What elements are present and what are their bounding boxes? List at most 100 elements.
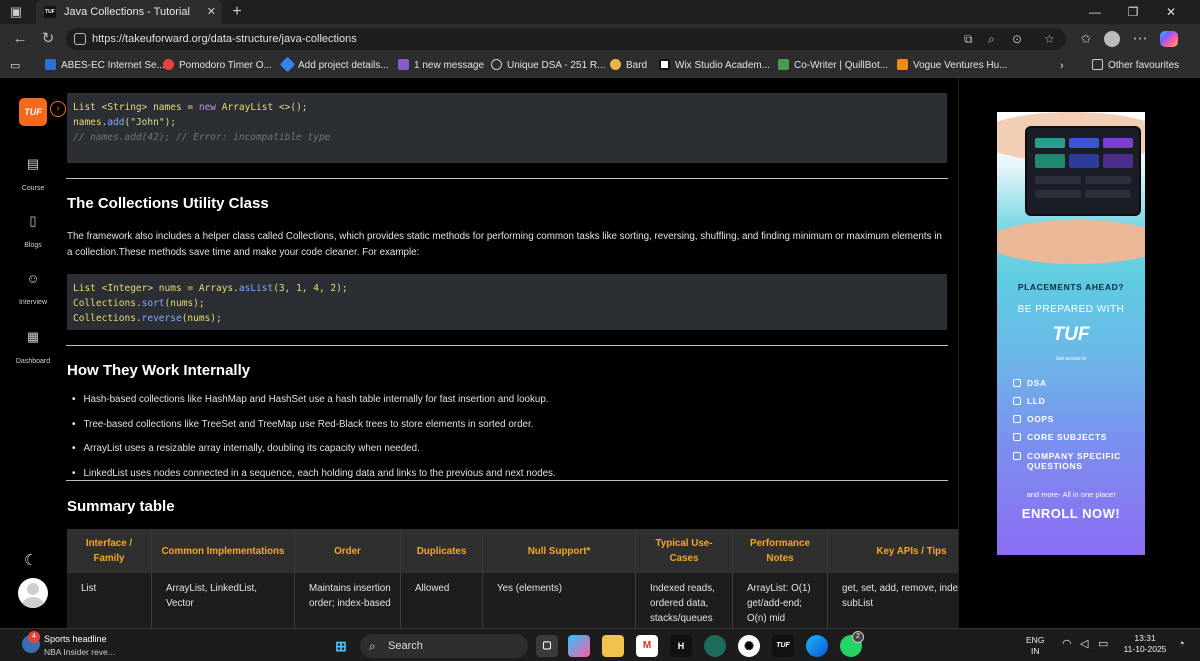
- windows-start-icon[interactable]: ⊞: [330, 635, 352, 657]
- checkbox-icon: [1013, 433, 1021, 441]
- copilot-icon[interactable]: [1160, 31, 1178, 47]
- list-item: Hash-based collections like HashMap and …: [72, 394, 548, 405]
- site-info-icon[interactable]: [74, 33, 86, 45]
- profile-avatar-icon[interactable]: [1104, 31, 1120, 47]
- moon-icon[interactable]: ☾: [24, 551, 37, 569]
- sidebar-item-blogs[interactable]: ▯ Blogs: [0, 213, 66, 252]
- edge-browser-icon[interactable]: [806, 635, 828, 657]
- ad-list-item: DSA: [1013, 378, 1047, 388]
- tablet-illustration: [1025, 126, 1141, 216]
- sidebar-item-interview[interactable]: ☺ Interview: [0, 271, 66, 309]
- bookmark-messages[interactable]: 1 new message: [398, 54, 484, 78]
- bookmarks-overflow-icon[interactable]: ›: [1060, 54, 1064, 78]
- checkbox-icon: [1013, 397, 1021, 405]
- battery-icon[interactable]: ▭: [1098, 639, 1108, 650]
- tuf-app-icon[interactable]: TUF: [772, 635, 794, 657]
- tuf-logo[interactable]: TUF: [19, 98, 47, 126]
- news-title[interactable]: Sports headline: [44, 634, 107, 644]
- right-column: PLACEMENTS AHEAD? BE PREPARED WITH TUF G…: [958, 78, 1200, 628]
- language-indicator[interactable]: ENG IN: [1026, 635, 1044, 657]
- table-cell: Maintains insertion order; index-based: [295, 573, 401, 628]
- sidebar-item-label: Blogs: [24, 242, 42, 249]
- other-favourites-label: Other favourites: [1108, 60, 1180, 71]
- gmail-icon[interactable]: M: [636, 635, 658, 657]
- file-explorer-icon[interactable]: [602, 635, 624, 657]
- restore-icon[interactable]: ❐: [1116, 0, 1150, 24]
- table-header-cell: Key APIs / Tips: [876, 545, 947, 557]
- enroll-now-button[interactable]: ENROLL NOW!: [997, 506, 1145, 521]
- sidebar-item-dashboard[interactable]: ▦ Dashboard: [0, 329, 66, 368]
- table-cell: Allowed: [401, 573, 483, 628]
- back-icon[interactable]: ←: [8, 24, 32, 54]
- browser-tab[interactable]: TUF Java Collections - Tutorial ✕: [36, 0, 222, 24]
- sidebar-item-label: Interview: [18, 299, 47, 306]
- minimize-icon[interactable]: —: [1078, 0, 1112, 24]
- hand-illustration: [997, 220, 1145, 264]
- heading-collections-utility: The Collections Utility Class: [67, 195, 269, 212]
- browser-tab-strip: ▣ TUF Java Collections - Tutorial ✕ + — …: [0, 0, 1200, 24]
- table-header-row: Interface / Family Common Implementation…: [67, 529, 958, 573]
- bookmark-abes[interactable]: ABES-EC Internet Se...: [45, 54, 165, 78]
- bookmark-vogue[interactable]: Vogue Ventures Hu...: [897, 54, 1008, 78]
- bookmark-bard[interactable]: Bard: [610, 54, 647, 78]
- ad-tagline: Get access to: [1055, 356, 1087, 362]
- bookmark-wix[interactable]: Wix Studio Academ...: [659, 54, 770, 78]
- refresh-icon[interactable]: ↻: [36, 24, 60, 54]
- favorite-star-icon[interactable]: ☆: [1044, 28, 1055, 50]
- volume-icon[interactable]: ◁: [1080, 639, 1088, 650]
- expand-sidebar-icon[interactable]: ›: [50, 101, 66, 117]
- wifi-icon[interactable]: ◠: [1062, 639, 1072, 650]
- window-close-icon[interactable]: ✕: [1154, 0, 1188, 24]
- ad-list-item: CORE SUBJECTS: [1013, 432, 1107, 442]
- other-favourites[interactable]: Other favourites: [1092, 54, 1179, 78]
- open-in-app-icon[interactable]: ⧉: [964, 28, 973, 50]
- more-menu-icon[interactable]: ⋯: [1128, 24, 1152, 54]
- sidebar-item-course[interactable]: ▤ Course: [0, 156, 66, 195]
- checkbox-icon: [1013, 452, 1021, 460]
- search-label: Search: [388, 640, 423, 652]
- bookmark-add-project[interactable]: Add project details...: [279, 54, 389, 78]
- clock[interactable]: 13:31 11-10-2025: [1120, 633, 1170, 655]
- ad-list-item: COMPANY SPECIFIC QUESTIONS: [1013, 451, 1133, 471]
- code-line: List <Integer> nums = Arrays.asList(3, 1…: [73, 283, 348, 294]
- windows-taskbar: 4 Sports headline NBA Insider reve... ⊞ …: [0, 628, 1200, 661]
- bookmark-label: 1 new message: [414, 60, 485, 71]
- media-app-icon[interactable]: [704, 635, 726, 657]
- notifications-icon[interactable]: ◔: [1178, 639, 1185, 650]
- copilot-app-icon[interactable]: [568, 635, 590, 657]
- tab-close-icon[interactable]: ✕: [207, 0, 216, 24]
- tuf-advertisement[interactable]: PLACEMENTS AHEAD? BE PREPARED WITH TUF G…: [997, 112, 1145, 555]
- chatgpt-icon[interactable]: ✺: [738, 635, 760, 657]
- clock-time: 13:31: [1134, 633, 1156, 643]
- checkbox-icon: [1013, 379, 1021, 387]
- clock-date: 11-10-2025: [1123, 644, 1167, 654]
- bookmark-label: Unique DSA - 251 R...: [507, 60, 606, 71]
- section-divider: [66, 345, 948, 346]
- avatar[interactable]: [18, 578, 48, 608]
- table-cell: List: [67, 573, 152, 628]
- bookmark-label: Wix Studio Academ...: [675, 60, 771, 71]
- table-header-cell: Duplicates: [401, 529, 483, 573]
- reading-list-icon[interactable]: ▭: [10, 54, 20, 78]
- table-header-cell: Typical Use-Cases: [636, 529, 733, 573]
- bookmark-pomodoro[interactable]: Pomodoro Timer O...: [163, 54, 272, 78]
- bookmark-favicon-icon: [163, 59, 174, 70]
- bookmark-unique-dsa[interactable]: Unique DSA - 251 R...: [491, 54, 605, 78]
- ad-brand-logo: TUF: [1052, 324, 1090, 345]
- region-label: IN: [1030, 646, 1040, 656]
- taskbar-search[interactable]: ⌕ Search: [360, 634, 528, 658]
- address-bar[interactable]: https://takeuforward.org/data-structure/…: [66, 28, 1066, 50]
- new-tab-icon[interactable]: +: [228, 0, 246, 24]
- zoom-icon[interactable]: ⌕: [988, 28, 995, 50]
- favourites-icon[interactable]: ✩: [1074, 24, 1098, 54]
- extensions-icon[interactable]: ⊙: [1012, 28, 1022, 50]
- task-view-icon[interactable]: ▢: [536, 635, 558, 657]
- bookmark-quillbot[interactable]: Co-Writer | QuillBot...: [778, 54, 888, 78]
- site-sidebar: TUF › ▤ Course ▯ Blogs ☺ Interview ▦ Das…: [0, 78, 66, 628]
- news-app-icon[interactable]: H: [670, 635, 692, 657]
- table-cell: ArrayList: O(1) get/add-end; O(n) mid: [733, 573, 828, 628]
- news-subtitle[interactable]: NBA Insider reve...: [44, 647, 115, 657]
- tab-actions-icon[interactable]: ▣: [6, 0, 26, 24]
- ad-more-text: and more- All in one place!: [1026, 490, 1116, 499]
- ad-list-item: LLD: [1013, 396, 1045, 406]
